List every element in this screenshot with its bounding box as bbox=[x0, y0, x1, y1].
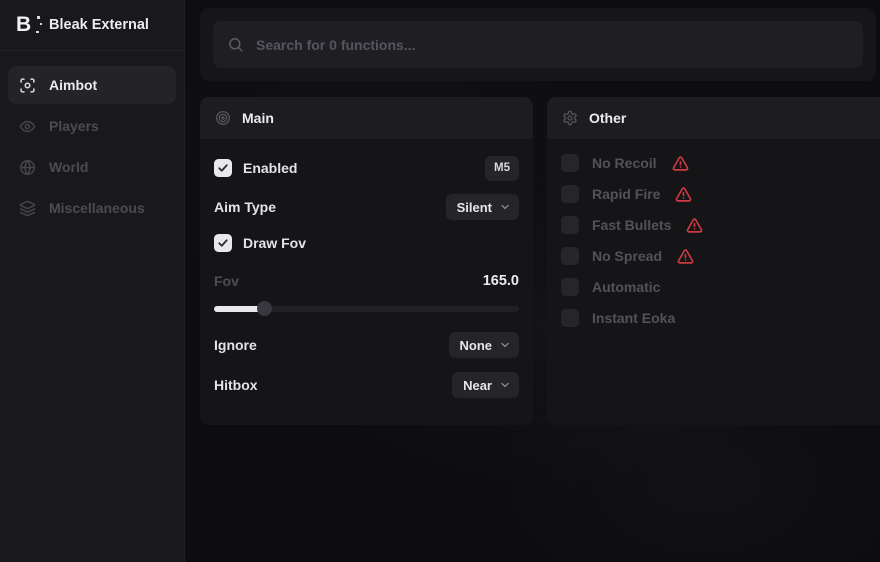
sidebar-item-label: Miscellaneous bbox=[49, 200, 145, 216]
no-recoil-label: No Recoil bbox=[592, 155, 657, 171]
panel-main-header: Main bbox=[200, 97, 533, 139]
sidebar-item-label: World bbox=[49, 159, 88, 175]
automatic-checkbox[interactable] bbox=[561, 278, 579, 296]
panel-title: Main bbox=[242, 110, 274, 126]
rapid-fire-checkbox[interactable] bbox=[561, 185, 579, 203]
draw-fov-row: Draw Fov bbox=[214, 230, 519, 256]
fov-row: Fov 165.0 bbox=[214, 268, 519, 294]
aim-type-row: Aim Type Silent bbox=[214, 194, 519, 220]
warning-icon bbox=[675, 186, 692, 203]
hitbox-value: Near bbox=[463, 378, 492, 393]
warning-icon bbox=[686, 217, 703, 234]
sidebar-item-label: Aimbot bbox=[49, 77, 97, 93]
enabled-keybind-button[interactable]: M5 bbox=[485, 156, 519, 181]
sidebar: B Bleak External Aimbot Players World M bbox=[0, 0, 185, 562]
automatic-row: Automatic bbox=[561, 276, 880, 298]
fast-bullets-checkbox[interactable] bbox=[561, 216, 579, 234]
chevron-down-icon bbox=[499, 201, 511, 213]
crosshair-icon bbox=[19, 77, 36, 94]
aim-type-value: Silent bbox=[457, 200, 492, 215]
fast-bullets-label: Fast Bullets bbox=[592, 217, 671, 233]
warning-icon bbox=[672, 155, 689, 172]
aim-type-dropdown[interactable]: Silent bbox=[446, 194, 519, 220]
check-icon bbox=[217, 162, 229, 174]
ignore-value: None bbox=[460, 338, 493, 353]
check-icon bbox=[217, 237, 229, 249]
no-recoil-row: No Recoil bbox=[561, 152, 880, 174]
search-icon bbox=[227, 36, 244, 53]
sidebar-item-aimbot[interactable]: Aimbot bbox=[8, 66, 176, 104]
panel-other: Other No Recoil Rapid Fire Fast Bullets bbox=[547, 97, 880, 425]
instant-eoka-checkbox[interactable] bbox=[561, 309, 579, 327]
search-container bbox=[200, 8, 876, 81]
sidebar-nav: Aimbot Players World Miscellaneous bbox=[0, 51, 184, 227]
draw-fov-checkbox[interactable] bbox=[214, 234, 232, 252]
search-box[interactable] bbox=[213, 21, 863, 68]
rapid-fire-row: Rapid Fire bbox=[561, 183, 880, 205]
app-header: B Bleak External bbox=[0, 0, 184, 51]
panel-title: Other bbox=[589, 110, 626, 126]
aim-type-label: Aim Type bbox=[214, 199, 276, 215]
hitbox-dropdown[interactable]: Near bbox=[452, 372, 519, 398]
ignore-row: Ignore None bbox=[214, 332, 519, 358]
instant-eoka-row: Instant Eoka bbox=[561, 307, 880, 329]
logo-icon: B bbox=[16, 13, 38, 37]
automatic-label: Automatic bbox=[592, 279, 660, 295]
no-spread-checkbox[interactable] bbox=[561, 247, 579, 265]
eye-icon bbox=[19, 118, 36, 135]
sidebar-item-label: Players bbox=[49, 118, 99, 134]
globe-icon bbox=[19, 159, 36, 176]
draw-fov-label: Draw Fov bbox=[243, 235, 306, 251]
target-icon bbox=[215, 110, 231, 126]
fov-value: 165.0 bbox=[483, 273, 519, 289]
no-spread-label: No Spread bbox=[592, 248, 662, 264]
enabled-label: Enabled bbox=[243, 160, 297, 176]
ignore-dropdown[interactable]: None bbox=[449, 332, 520, 358]
fov-slider[interactable] bbox=[214, 301, 519, 316]
fast-bullets-row: Fast Bullets bbox=[561, 214, 880, 236]
search-input[interactable] bbox=[256, 37, 849, 53]
enabled-row: Enabled M5 bbox=[214, 152, 519, 184]
no-spread-row: No Spread bbox=[561, 245, 880, 267]
app-title: Bleak External bbox=[49, 17, 149, 33]
ignore-label: Ignore bbox=[214, 337, 257, 353]
chevron-down-icon bbox=[499, 379, 511, 391]
panel-other-header: Other bbox=[547, 97, 880, 139]
warning-icon bbox=[677, 248, 694, 265]
chevron-down-icon bbox=[499, 339, 511, 351]
layers-icon bbox=[19, 200, 36, 217]
gear-icon bbox=[562, 110, 578, 126]
panel-other-body: No Recoil Rapid Fire Fast Bullets No Spr… bbox=[547, 139, 880, 329]
sidebar-item-miscellaneous[interactable]: Miscellaneous bbox=[8, 189, 176, 227]
rapid-fire-label: Rapid Fire bbox=[592, 186, 660, 202]
panel-main-body: Enabled M5 Aim Type Silent Draw Fov Fov bbox=[200, 139, 533, 398]
hitbox-row: Hitbox Near bbox=[214, 372, 519, 398]
fov-slider-thumb[interactable] bbox=[257, 301, 272, 316]
fov-label: Fov bbox=[214, 273, 239, 289]
enabled-checkbox[interactable] bbox=[214, 159, 232, 177]
sidebar-item-world[interactable]: World bbox=[8, 148, 176, 186]
panel-main: Main Enabled M5 Aim Type Silent bbox=[200, 97, 533, 425]
no-recoil-checkbox[interactable] bbox=[561, 154, 579, 172]
hitbox-label: Hitbox bbox=[214, 377, 258, 393]
instant-eoka-label: Instant Eoka bbox=[592, 310, 675, 326]
sidebar-item-players[interactable]: Players bbox=[8, 107, 176, 145]
